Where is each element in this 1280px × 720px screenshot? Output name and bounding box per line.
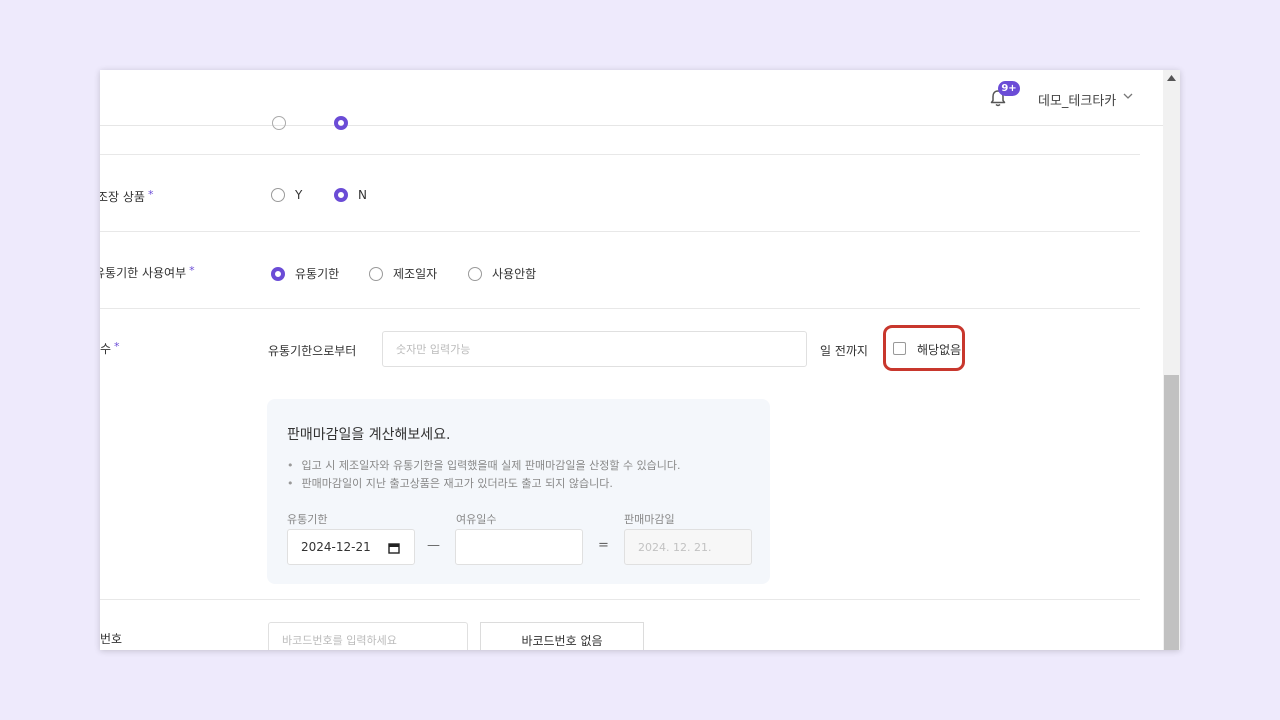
sell-by-date-label: 판매마감일 [624,513,675,526]
app-window: 9+ 데모_테크타카 조장 상품* Y N 유통기한 사용여부* 유통기한 [100,70,1180,650]
equals-sign: = [598,538,609,553]
user-menu[interactable]: 데모_테크타카 [1038,90,1116,109]
radio-circle[interactable] [468,266,482,281]
margin-days-input[interactable] [455,529,583,565]
barcode-label: 번호 [100,632,123,646]
radio-label: 사용안함 [492,267,537,281]
row-divider [100,154,1140,155]
radio-label: 제조일자 [393,267,438,281]
barcode-input-placeholder: 바코드번호를 입력하세요 [282,634,397,647]
days-label: 수 * [100,340,120,356]
calculator-title: 판매마감일을 계산해보세요. [287,427,451,443]
days-input-placeholder: 숫자만 입력가능 [396,343,471,356]
row-divider [100,599,1140,600]
expiry-option-manufacture-date[interactable]: 제조일자 [369,265,437,282]
margin-days-label: 여유일수 [456,513,497,526]
boxed-option-y[interactable]: Y [271,188,302,202]
expiry-usage-label: 유통기한 사용여부 * [100,264,195,280]
radio-label: Y [295,188,303,202]
expiry-option-not-used[interactable]: 사용안함 [468,265,536,282]
radio-label: N [358,188,367,202]
row-divider [100,231,1140,232]
expiry-date-label: 유통기한 [287,513,328,526]
barcode-input[interactable]: 바코드번호를 입력하세요 [268,622,468,650]
form-content: 조장 상품 * Y N 유통기한 사용여부 * 유통기한 제조일자 사용안함 수 * … [100,116,1140,650]
days-prefix-text: 유통기한으로부터 [268,344,357,358]
radio-circle[interactable] [369,266,383,281]
calendar-icon[interactable] [388,542,400,554]
radio-circle[interactable] [271,188,285,202]
sell-by-calculator: 판매마감일을 계산해보세요. 입고 시 제조일자와 유통기한을 입력했을때 실제… [267,399,770,584]
radio-circle[interactable] [271,266,285,281]
scrollbar-thumb[interactable] [1164,375,1179,650]
chevron-down-icon[interactable] [1122,90,1134,102]
calculator-note: 입고 시 제조일자와 유통기한을 입력했을때 실제 판매마감일을 산정할 수 있… [287,457,681,473]
expiry-date-value: 2024-12-21 [301,540,371,554]
top-header: 9+ 데모_테크타카 [100,70,1163,126]
no-barcode-button[interactable]: 바코드번호 없음 [480,622,644,650]
sell-by-date-value: 2024. 12. 21. [638,540,712,554]
expiry-option-expiry-date[interactable]: 유통기한 [271,265,339,282]
sell-by-date-output: 2024. 12. 21. [624,529,752,565]
minus-sign: — [427,538,440,553]
previous-row-radio-selected[interactable] [334,116,348,130]
boxed-product-label: 조장 상품 * [100,188,154,204]
calculator-note: 판매마감일이 지난 출고상품은 재고가 있더라도 출고 되지 않습니다. [287,475,613,491]
boxed-option-n[interactable]: N [334,188,367,202]
scroll-up-arrow-icon[interactable] [1167,75,1176,81]
row-divider [100,308,1140,309]
notification-badge[interactable]: 9+ [998,81,1020,96]
days-suffix-text: 일 전까지 [820,344,868,358]
highlight-annotation [883,325,965,371]
radio-label: 유통기한 [295,267,340,281]
expiry-date-input[interactable]: 2024-12-21 [287,529,415,565]
days-input[interactable]: 숫자만 입력가능 [382,331,807,367]
radio-circle[interactable] [334,188,348,202]
previous-row-radio[interactable] [272,116,286,130]
